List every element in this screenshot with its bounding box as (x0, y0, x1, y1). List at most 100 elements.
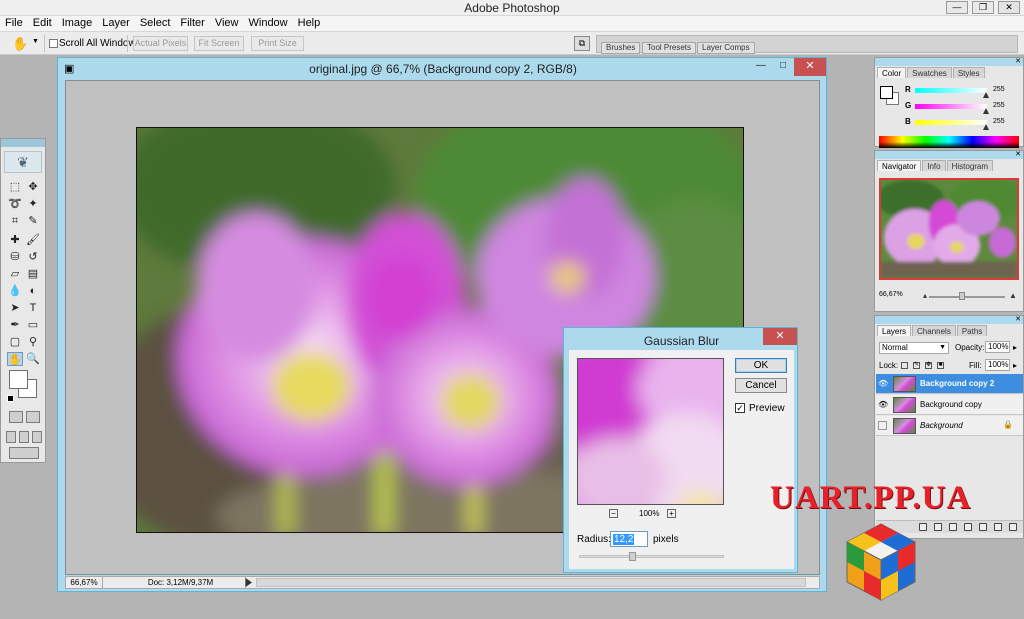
cancel-button[interactable]: Cancel (735, 378, 787, 393)
radius-slider-track[interactable] (579, 555, 724, 558)
hand-tool-icon[interactable]: ✋ (7, 352, 23, 366)
tab-navigator[interactable]: Navigator (877, 160, 922, 171)
screen-mode-full-icon[interactable] (32, 431, 42, 443)
tab-channels[interactable]: Channels (912, 325, 956, 336)
menu-file[interactable]: File (0, 16, 28, 31)
screen-mode-full-menu-icon[interactable] (19, 431, 29, 443)
navigator-preview[interactable] (879, 178, 1019, 280)
minimize-button[interactable]: — (946, 1, 968, 14)
scroll-all-windows-checkbox[interactable] (49, 39, 58, 48)
panel-header[interactable]: ✕ (875, 316, 1023, 324)
tab-paths[interactable]: Paths (956, 325, 988, 336)
dock-icon[interactable]: ⧉ (574, 36, 590, 51)
menu-layer[interactable]: Layer (97, 16, 135, 31)
panel-header[interactable]: ✕ (875, 151, 1023, 159)
default-colors-icon[interactable] (7, 395, 14, 402)
eye-icon[interactable]: 👁 (878, 379, 888, 388)
layer-row[interactable]: 👁 Background copy 2 (876, 374, 1023, 394)
navigator-zoom-slider[interactable] (929, 296, 1005, 298)
adjustment-layer-icon[interactable] (964, 523, 972, 531)
notes-tool-icon[interactable]: ▢ (7, 335, 23, 349)
blue-slider[interactable] (915, 120, 987, 125)
chevron-down-icon[interactable]: ▼ (32, 38, 39, 45)
restore-button[interactable]: ❐ (972, 1, 994, 14)
new-group-icon[interactable] (979, 523, 987, 531)
eye-icon[interactable]: 👁 (878, 400, 888, 409)
fill-arrow-icon[interactable]: ▸ (1013, 361, 1017, 370)
navigator-slider-thumb[interactable] (959, 292, 965, 300)
zoom-level-field[interactable]: 66,67% (66, 577, 103, 588)
horizontal-scrollbar[interactable] (256, 578, 806, 587)
fill-field[interactable]: 100% (985, 359, 1010, 371)
blur-preview[interactable] (577, 358, 724, 505)
menu-edit[interactable]: Edit (28, 16, 57, 31)
print-size-button[interactable]: Print Size (251, 36, 304, 51)
tab-histogram[interactable]: Histogram (946, 160, 994, 171)
menu-window[interactable]: Window (244, 16, 293, 31)
panel-close-icon[interactable]: ✕ (1015, 151, 1021, 159)
trash-icon[interactable] (1009, 523, 1017, 531)
link-layers-icon[interactable] (919, 523, 927, 531)
new-layer-icon[interactable] (994, 523, 1002, 531)
menu-help[interactable]: Help (293, 16, 326, 31)
opacity-arrow-icon[interactable]: ▸ (1013, 343, 1017, 352)
radius-input[interactable]: 12,2 (610, 531, 648, 547)
green-value[interactable]: 255 (993, 102, 1005, 109)
eye-visibility-box[interactable] (878, 421, 887, 430)
tab-layer-comps[interactable]: Layer Comps (697, 42, 755, 54)
ok-button[interactable]: OK (735, 358, 787, 373)
pen-tool-icon[interactable]: ✒ (7, 318, 23, 332)
eyedropper-tool-icon[interactable]: ⚲ (25, 335, 41, 349)
jump-to-imageready-icon[interactable] (9, 447, 39, 459)
shape-tool-icon[interactable]: ▭ (25, 318, 41, 332)
fit-screen-button[interactable]: Fit Screen (194, 36, 244, 51)
crop-tool-icon[interactable]: ⌗ (7, 214, 23, 228)
hand-icon[interactable]: ✋ (12, 36, 28, 52)
tab-color[interactable]: Color (877, 67, 907, 78)
tab-swatches[interactable]: Swatches (907, 67, 952, 78)
menu-view[interactable]: View (210, 16, 244, 31)
panel-close-icon[interactable]: ✕ (1015, 316, 1021, 324)
zoom-out-mountain-icon[interactable]: ▴ (923, 291, 927, 300)
lock-transparency-icon[interactable] (901, 362, 908, 369)
move-tool-icon[interactable]: ✥ (25, 180, 41, 194)
green-slider[interactable] (915, 104, 987, 109)
brush-tool-icon[interactable]: 🖌 (25, 233, 41, 247)
lasso-tool-icon[interactable]: ➰ (7, 197, 23, 211)
tab-tool-presets[interactable]: Tool Presets (642, 42, 697, 54)
magic-wand-tool-icon[interactable]: ✦ (25, 197, 41, 211)
radius-slider-thumb[interactable] (629, 552, 636, 561)
document-close-button[interactable]: ✕ (794, 58, 826, 76)
zoom-tool-icon[interactable]: 🔍 (25, 352, 41, 366)
eraser-tool-icon[interactable]: ▱ (7, 267, 23, 281)
screen-mode-standard-icon[interactable] (6, 431, 16, 443)
document-minimize-button[interactable]: — (750, 58, 772, 76)
zoom-in-mountain-icon[interactable]: ▲ (1009, 291, 1017, 300)
menu-select[interactable]: Select (135, 16, 176, 31)
zoom-in-button[interactable]: + (667, 509, 676, 518)
blur-tool-icon[interactable]: 💧 (7, 284, 23, 298)
healing-brush-tool-icon[interactable]: ✚ (7, 233, 23, 247)
layer-row[interactable]: Background 🔒 (876, 416, 1023, 436)
tab-styles[interactable]: Styles (952, 67, 985, 78)
tab-layers[interactable]: Layers (877, 325, 912, 336)
navigator-zoom-value[interactable]: 66,67% (879, 291, 903, 298)
blue-value[interactable]: 255 (993, 118, 1005, 125)
clone-stamp-tool-icon[interactable]: ⛁ (7, 250, 23, 264)
panel-header[interactable]: ✕ (875, 58, 1023, 66)
red-value[interactable]: 255 (993, 86, 1005, 93)
path-selection-tool-icon[interactable]: ➤ (7, 301, 23, 315)
foreground-color-chip[interactable] (880, 86, 893, 99)
toolbox-header[interactable] (1, 139, 45, 147)
lock-position-icon[interactable]: ✥ (925, 362, 932, 369)
tab-brushes[interactable]: Brushes (601, 42, 641, 54)
gradient-tool-icon[interactable]: ▤ (25, 267, 41, 281)
layer-style-icon[interactable] (934, 523, 942, 531)
lock-image-icon[interactable]: ✎ (913, 362, 920, 369)
opacity-field[interactable]: 100% (985, 341, 1010, 353)
layer-mask-icon[interactable] (949, 523, 957, 531)
panel-close-icon[interactable]: ✕ (1015, 58, 1021, 66)
actual-pixels-button[interactable]: Actual Pixels (133, 36, 188, 51)
quick-mask-mode-icon[interactable] (26, 411, 40, 423)
menu-filter[interactable]: Filter (175, 16, 209, 31)
